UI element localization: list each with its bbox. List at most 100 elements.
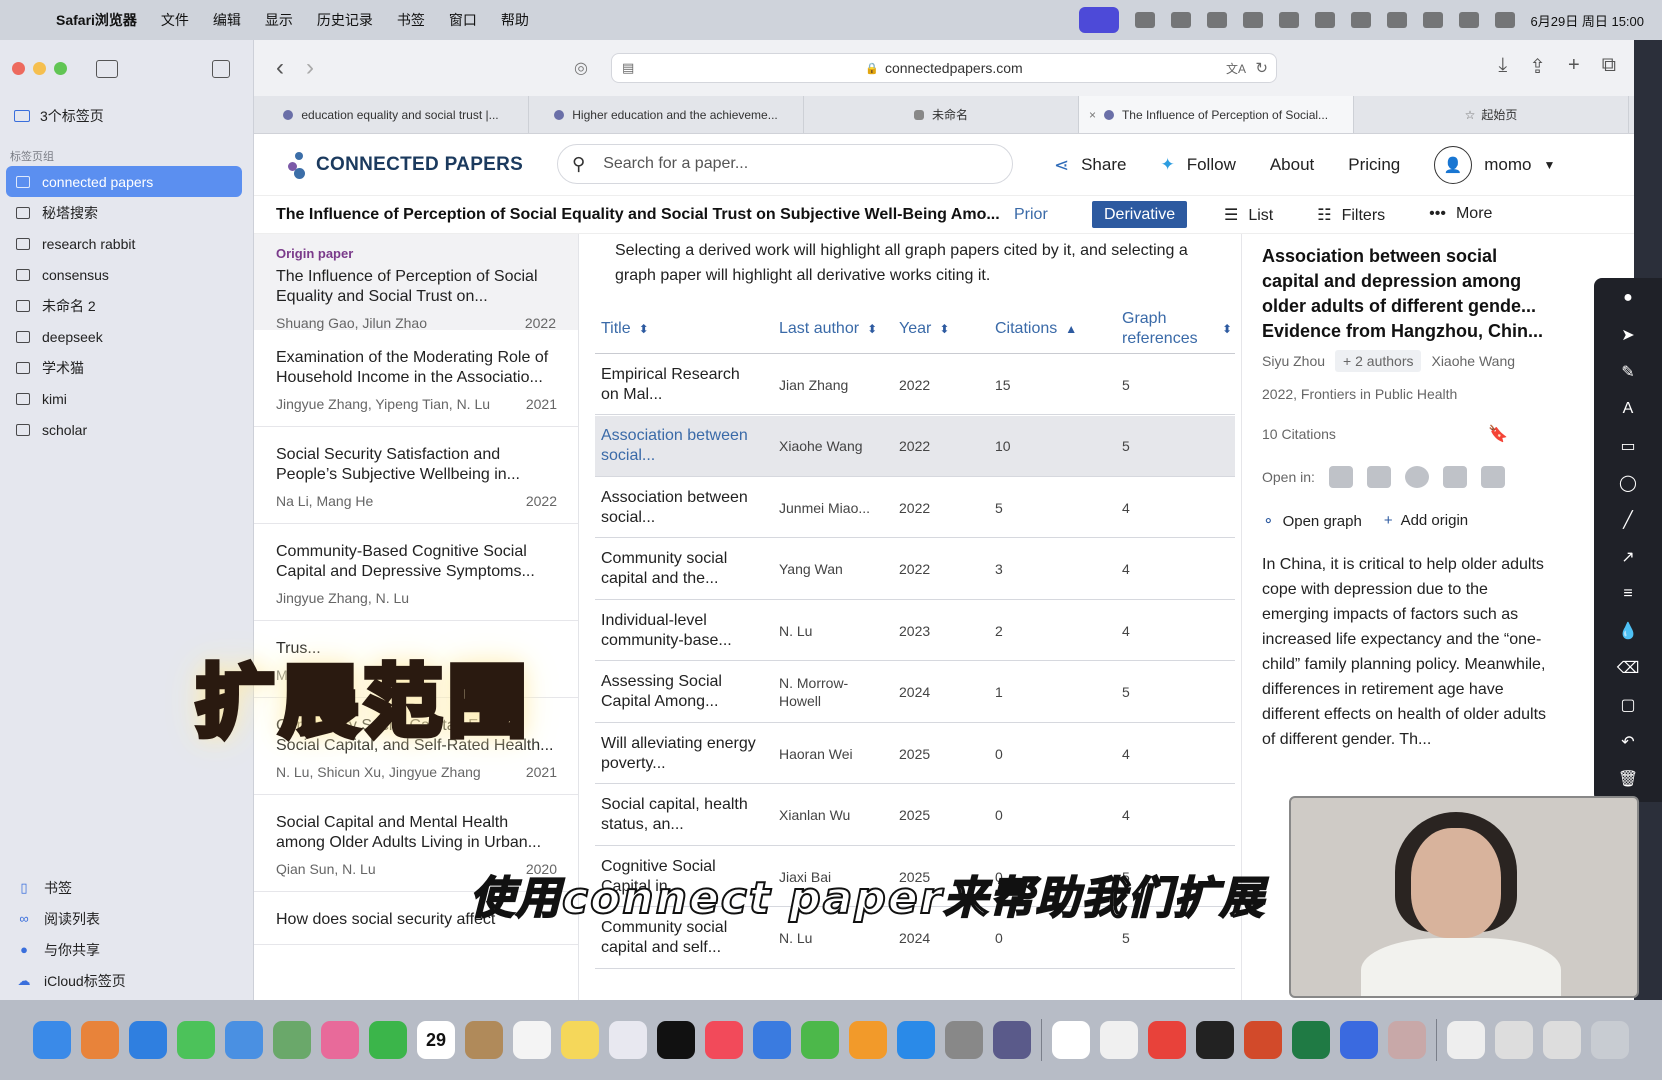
battery-icon[interactable] [1386, 12, 1407, 28]
tab-count-group[interactable]: 3个标签页 [14, 106, 104, 126]
sidebar-reading-list[interactable]: ∞ 阅读列表 [6, 903, 242, 934]
paper-search-input[interactable]: ⚲ Search for a paper... [557, 144, 1013, 184]
more-authors-button[interactable]: + 2 authors [1335, 350, 1422, 372]
line-tool-icon[interactable]: ╱ [1623, 508, 1633, 531]
music-icon[interactable] [705, 1021, 743, 1059]
app-store-icon[interactable] [897, 1021, 935, 1059]
trash-icon[interactable]: 🗑 [1618, 767, 1638, 790]
record-dot-icon[interactable]: ● [1623, 286, 1633, 309]
author-name[interactable]: Siyu Zhou [1262, 353, 1325, 369]
privacy-report-icon[interactable]: ◎ [574, 58, 588, 78]
chrome-icon[interactable] [1052, 1021, 1090, 1059]
undo-icon[interactable]: ↶ [1621, 730, 1634, 753]
sort-by-title[interactable]: Title ⬍ [601, 320, 649, 338]
open-graph-button[interactable]: ⚬ Open graph [1262, 512, 1362, 530]
derivative-works-button[interactable]: Derivative [1092, 201, 1188, 228]
photos-icon[interactable] [321, 1021, 359, 1059]
spotlight-search-icon[interactable] [1458, 12, 1479, 28]
address-bar[interactable]: ▤ 🔒 connectedpapers.com 文A ↻ [611, 53, 1277, 83]
google-scholar-icon[interactable] [1442, 466, 1467, 488]
more-button[interactable]: ••• More [1429, 205, 1492, 225]
input-method-icon[interactable] [1350, 12, 1371, 28]
sidebar-toggle-icon[interactable] [96, 60, 118, 78]
table-row[interactable]: Individual-level community-base... N. Lu 2… [595, 600, 1235, 661]
excel-icon[interactable] [1292, 1021, 1330, 1059]
menu-edit[interactable]: 编辑 [213, 10, 241, 30]
arrow-tool-icon[interactable]: ↗ [1621, 545, 1634, 568]
sidebar-bookmarks[interactable]: ▯ 书签 [6, 872, 242, 903]
about-link[interactable]: About [1270, 155, 1314, 175]
color-drop-icon[interactable]: 💧 [1618, 619, 1638, 642]
list-item[interactable]: Examination of the Moderating Role of Ho… [254, 348, 578, 427]
filters-button[interactable]: ☷ Filters [1317, 205, 1385, 225]
share-icon[interactable]: ⇪ [1529, 54, 1546, 79]
semantic-scholar-icon[interactable] [1366, 466, 1391, 488]
minimize-window-button[interactable] [33, 62, 46, 75]
tab-overview-icon[interactable]: ⧉ [1602, 54, 1616, 79]
wifi-icon[interactable] [1422, 12, 1443, 28]
table-row[interactable]: Empirical Research on Mal... Jian Zhang 20… [595, 354, 1235, 415]
sort-by-citations[interactable]: Citations ▲ [995, 320, 1077, 338]
ellipse-tool-icon[interactable]: ◯ [1619, 471, 1637, 494]
iphone-mirroring-icon[interactable] [993, 1021, 1031, 1059]
menu-file[interactable]: 文件 [161, 10, 189, 30]
sort-by-year[interactable]: Year ⬍ [899, 320, 949, 338]
pricing-link[interactable]: Pricing [1348, 155, 1400, 175]
contacts-icon[interactable] [465, 1021, 503, 1059]
eraser-tool-icon[interactable]: ⌫ [1617, 656, 1640, 679]
tab-start-page[interactable]: ☆ 起始页 [1354, 96, 1629, 133]
powerpoint-icon[interactable] [1244, 1021, 1282, 1059]
tab-education-equality[interactable]: education equality and social trust |... [254, 96, 529, 133]
origin-paper-card[interactable]: Origin paper The Influence of Perception… [254, 234, 578, 331]
panda-app-icon[interactable] [1100, 1021, 1138, 1059]
add-origin-button[interactable]: + Add origin [1384, 512, 1468, 530]
follow-button[interactable]: ✦ Follow [1160, 155, 1235, 175]
detail-paper-title[interactable]: Association between social capital and d… [1262, 244, 1552, 344]
zoom-window-button[interactable] [54, 62, 67, 75]
bookmark-save-icon[interactable]: 🔖 [1488, 424, 1508, 444]
downloads-icon[interactable]: ⤓ [1498, 54, 1507, 79]
pointer-tool-icon[interactable]: ➤ [1621, 323, 1634, 346]
screen-record-icon[interactable] [1078, 7, 1119, 33]
safari-icon[interactable] [129, 1021, 167, 1059]
sidebar-item-connected-papers[interactable]: connected papers [6, 166, 242, 197]
reminders-icon[interactable] [513, 1021, 551, 1059]
zotero-icon[interactable] [1447, 1021, 1485, 1059]
close-window-button[interactable] [12, 62, 25, 75]
sort-by-graph-references[interactable]: Graph references ⬍ [1122, 309, 1232, 349]
close-tab-icon[interactable]: × [1089, 108, 1096, 122]
tab-higher-education[interactable]: Higher education and the achieveme... [529, 96, 804, 133]
keyboard-viewer-icon[interactable] [1495, 1021, 1533, 1059]
calendar-icon[interactable]: 29 [417, 1021, 455, 1059]
sort-by-last-author[interactable]: Last author ⬍ [779, 319, 879, 339]
table-row[interactable]: Association between social... Junmei Miao… [595, 477, 1235, 538]
table-row[interactable]: Social capital, health status, an... Xian… [595, 785, 1235, 846]
menu-history[interactable]: 历史记录 [317, 10, 373, 30]
whiteboard-icon[interactable]: ▢ [1620, 693, 1635, 716]
sidebar-shared-with-you[interactable]: ● 与你共享 [6, 934, 242, 965]
control-center-icon[interactable] [1494, 12, 1515, 28]
table-row[interactable]: Association between social... Xiaohe Wang… [595, 415, 1235, 477]
camera-icon[interactable] [1170, 12, 1191, 28]
sidebar-item-metaso[interactable]: 秘塔搜索 [6, 197, 242, 228]
pages-icon[interactable] [849, 1021, 887, 1059]
sidebar-item-untitled-2[interactable]: 未命名 2 [6, 290, 242, 321]
messages-icon[interactable] [177, 1021, 215, 1059]
connected-papers-logo[interactable]: CONNECTED PAPERS [286, 152, 523, 179]
maps-icon[interactable] [273, 1021, 311, 1059]
wps-icon[interactable] [1206, 12, 1227, 28]
preview-folder-icon[interactable] [1543, 1021, 1581, 1059]
creative-cloud-icon[interactable] [1314, 12, 1335, 28]
reload-icon[interactable]: ↻ [1255, 59, 1268, 77]
rectangle-tool-icon[interactable]: ▭ [1620, 434, 1635, 457]
menu-help[interactable]: 帮助 [501, 10, 529, 30]
sidebar-item-deepseek[interactable]: deepseek [6, 321, 242, 352]
list-view-button[interactable]: ☰ List [1224, 205, 1273, 225]
sidebar-icloud-tabs[interactable]: ☁ iCloud标签页 [6, 965, 242, 996]
freeform-icon[interactable] [609, 1021, 647, 1059]
mendeley-icon[interactable] [1480, 466, 1505, 488]
menu-view[interactable]: 显示 [265, 10, 293, 30]
table-row[interactable]: Community social capital and the... Yang … [595, 539, 1235, 600]
list-item[interactable]: Social Security Satisfaction and People’… [254, 445, 578, 524]
text-tool-icon[interactable]: A [1623, 397, 1634, 420]
